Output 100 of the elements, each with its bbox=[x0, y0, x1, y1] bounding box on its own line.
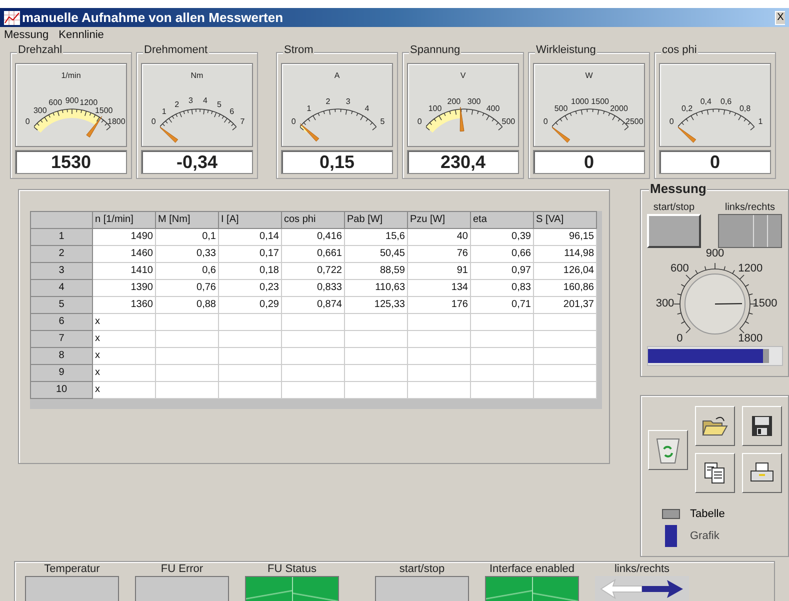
gauge-title: Drehmoment bbox=[143, 45, 209, 56]
table-cell: 176 bbox=[408, 296, 470, 314]
status-label: start/stop bbox=[399, 562, 445, 576]
scale-label: 0 bbox=[676, 334, 683, 345]
column-header[interactable]: S [VA] bbox=[534, 212, 596, 228]
chart-app-icon bbox=[4, 10, 20, 24]
switch-thumb[interactable] bbox=[662, 509, 680, 519]
scale-label: 1 bbox=[758, 118, 763, 126]
value-display: -0,34 bbox=[141, 150, 253, 174]
start-stop-button[interactable] bbox=[647, 214, 701, 248]
tool-button[interactable] bbox=[742, 453, 782, 493]
table-cell: 0,14 bbox=[218, 228, 282, 246]
scale-label: 1200 bbox=[738, 263, 763, 274]
row-header[interactable]: 4 bbox=[30, 280, 92, 296]
row-header[interactable]: 6 bbox=[30, 314, 92, 330]
scale-label: 300 bbox=[656, 298, 674, 310]
column-header[interactable]: Pzu [W] bbox=[408, 212, 470, 228]
row-header[interactable]: 2 bbox=[30, 246, 92, 262]
button-caption: links/rechts bbox=[724, 202, 775, 214]
table-cell: 114,98 bbox=[534, 246, 596, 262]
scale-label: 1500 bbox=[94, 106, 113, 115]
scale-label: 200 bbox=[447, 98, 461, 106]
scale-label: 0,2 bbox=[681, 104, 693, 113]
table-cell: 0,18 bbox=[218, 262, 282, 280]
scale-label: 1500 bbox=[752, 298, 778, 310]
table-cell: 1410 bbox=[92, 262, 156, 280]
close-button[interactable]: X bbox=[775, 10, 785, 24]
row-header[interactable]: 1 bbox=[30, 228, 92, 246]
tool-button[interactable] bbox=[648, 430, 688, 470]
tool-button[interactable] bbox=[695, 406, 735, 446]
scale-label: 500 bbox=[502, 118, 516, 126]
table-cell: 0,874 bbox=[282, 296, 344, 314]
folder-icon bbox=[702, 415, 728, 437]
gauge-title: Drehzahl bbox=[17, 45, 64, 56]
table-cell: 0,33 bbox=[156, 246, 218, 262]
speed-slider[interactable] bbox=[647, 346, 783, 366]
scale-label: 600 bbox=[670, 263, 689, 274]
table-cell: 91 bbox=[408, 262, 470, 280]
scale-label: 5 bbox=[380, 118, 385, 126]
table-cell: 134 bbox=[408, 280, 470, 296]
gauge-title: Spannung bbox=[409, 45, 462, 56]
status-label: Interface enabled bbox=[489, 562, 574, 576]
scale-label: 0,8 bbox=[739, 104, 751, 113]
scale-label: 900 bbox=[706, 248, 724, 260]
menu-item[interactable]: Kennlinie bbox=[58, 30, 104, 40]
table-cell: 201,37 bbox=[534, 296, 596, 314]
table-cell: 0,29 bbox=[218, 296, 282, 314]
scale-label: 1 bbox=[306, 104, 312, 113]
scale-label: 1 bbox=[162, 108, 166, 116]
column-header[interactable]: I [A] bbox=[218, 212, 282, 228]
table-cell: x bbox=[92, 314, 156, 330]
table-cell: 1390 bbox=[92, 280, 156, 296]
status-label: Temperatur bbox=[44, 562, 100, 576]
direction-toggle[interactable] bbox=[718, 214, 782, 248]
table-cell: 15,6 bbox=[344, 228, 408, 246]
table-cell: 0,23 bbox=[218, 280, 282, 296]
status-label: FU Status bbox=[268, 562, 316, 576]
scale-label: 400 bbox=[486, 104, 500, 113]
copy-icon bbox=[704, 462, 726, 484]
unit-label: A bbox=[333, 72, 341, 80]
value-display: 1530 bbox=[15, 150, 127, 174]
value-display: 0,15 bbox=[281, 150, 393, 174]
row-header[interactable]: 9 bbox=[30, 364, 92, 382]
menu-item[interactable]: Messung bbox=[4, 30, 49, 40]
row-header[interactable]: 3 bbox=[30, 262, 92, 280]
unit-label: 1/min bbox=[60, 72, 82, 80]
table-cell: 76 bbox=[408, 246, 470, 262]
column-header[interactable]: M [Nm] bbox=[156, 212, 218, 228]
scale-label: 7 bbox=[240, 118, 245, 126]
table-cell: 0,83 bbox=[470, 280, 534, 296]
scale-label: 2500 bbox=[626, 118, 644, 126]
table-cell: 0,1 bbox=[156, 228, 218, 246]
row-header[interactable]: 8 bbox=[30, 348, 92, 364]
scale-label: 0 bbox=[291, 118, 296, 126]
scale-label: 900 bbox=[65, 97, 79, 105]
column-header[interactable]: Pab [W] bbox=[344, 212, 408, 228]
table-cell: 0,6 bbox=[156, 262, 218, 280]
tool-button[interactable] bbox=[695, 453, 735, 493]
unit-label: W bbox=[584, 72, 594, 80]
scale-label: 0 bbox=[25, 118, 30, 126]
table-cell: 0,88 bbox=[156, 296, 218, 314]
table-cell: 50,45 bbox=[344, 246, 408, 262]
scale-label: 0 bbox=[669, 118, 674, 126]
table-cell: 1360 bbox=[92, 296, 156, 314]
table-cell: 0,17 bbox=[218, 246, 282, 262]
table-cell: 0,66 bbox=[470, 246, 534, 262]
switch-option[interactable]: Tabelle bbox=[690, 508, 725, 520]
gauge-title: cos phi bbox=[661, 45, 698, 56]
table-cell: 1460 bbox=[92, 246, 156, 262]
column-header[interactable]: cos phi bbox=[282, 212, 344, 228]
unit-label: Nm bbox=[190, 72, 204, 80]
row-header[interactable]: 7 bbox=[30, 330, 92, 348]
switch-option[interactable]: Grafik bbox=[690, 530, 720, 542]
row-header[interactable]: 10 bbox=[30, 382, 92, 398]
switch-track[interactable] bbox=[665, 525, 677, 547]
column-header[interactable]: n [1/min] bbox=[92, 212, 156, 228]
column-header[interactable]: eta bbox=[470, 212, 534, 228]
row-header[interactable]: 5 bbox=[30, 296, 92, 314]
tool-button[interactable] bbox=[742, 406, 782, 446]
scale-label: 500 bbox=[554, 104, 568, 113]
